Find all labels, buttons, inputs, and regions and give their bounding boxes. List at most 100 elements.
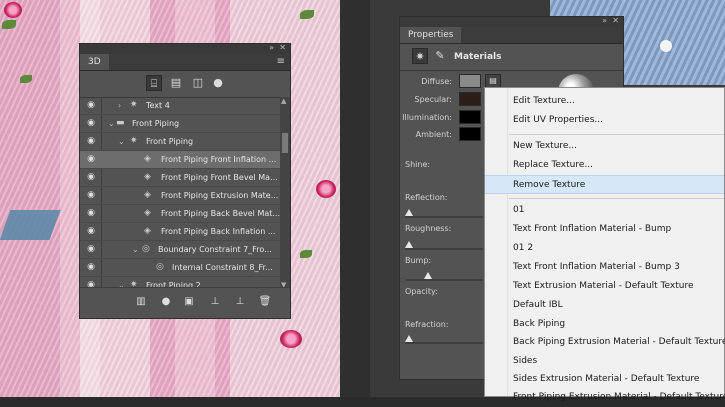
tab-3d[interactable]: 3D <box>80 54 109 70</box>
layer-scrollbar[interactable]: ▲ ▼ <box>280 97 290 289</box>
bump-slider-knob[interactable] <box>424 272 432 279</box>
menu-item-texture[interactable]: 01 <box>485 201 724 220</box>
illumination-swatch[interactable] <box>459 110 481 124</box>
layer-row[interactable]: ◉ ⌄ ▬ Front Piping <box>80 115 281 133</box>
visibility-eye-icon[interactable]: ◉ <box>84 133 98 150</box>
diffuse-texture-icon[interactable]: ▤ <box>485 74 501 88</box>
scene-filter-icon[interactable]: ⌸ <box>146 75 162 91</box>
layer-label: Front Piping Back Inflation ... <box>161 227 276 236</box>
layer-label: Front Piping Front Bevel Ma... <box>161 173 278 182</box>
layer-row[interactable]: ◉ › ✷ Text 4 <box>80 97 281 115</box>
constraint-icon: ◎ <box>142 244 150 254</box>
layer-row[interactable]: ◉ ⌄ ✷ Front Piping <box>80 133 281 151</box>
reflection-slider-knob[interactable] <box>405 209 413 216</box>
reflection-label: Reflection: <box>405 193 448 202</box>
menu-item-texture[interactable]: Back Piping <box>485 315 724 334</box>
render-icon[interactable]: ▥ <box>134 295 148 309</box>
visibility-eye-icon[interactable]: ◉ <box>84 205 98 222</box>
menu-item-new-texture[interactable]: New Texture... <box>485 137 724 156</box>
panel-titlebar[interactable]: » ✕ <box>400 16 623 27</box>
layer-list: ◉ › ✷ Text 4 ◉ ⌄ ▬ Front Piping ◉ ⌄ ✷ Fr… <box>80 97 281 289</box>
mesh-visibility-icon[interactable]: ▣ <box>182 295 196 309</box>
reflection-slider[interactable] <box>405 216 483 218</box>
visibility-eye-icon[interactable]: ◉ <box>84 169 98 186</box>
expand-arrow-icon[interactable]: › <box>118 97 121 114</box>
roughness-label: Roughness: <box>405 224 452 233</box>
menu-item-texture[interactable]: Text Front Inflation Material - Bump <box>485 220 724 239</box>
shine-label: Shine: <box>405 160 431 169</box>
diffuse-swatch[interactable] <box>459 74 481 88</box>
tab-properties[interactable]: Properties <box>400 27 462 43</box>
properties-header: ✷ ✎ Materials <box>400 44 623 71</box>
menu-item-texture[interactable]: 01 2 <box>485 239 724 258</box>
menu-item-texture[interactable]: Back Piping Extrusion Material - Default… <box>485 333 725 352</box>
menu-item-texture[interactable]: Sides <box>485 352 724 371</box>
refraction-slider-knob[interactable] <box>405 335 413 342</box>
panel-3d-footer: ▥ ● ▣ ⊥ ⊥ 🗑 <box>80 287 290 318</box>
visibility-eye-icon[interactable]: ◉ <box>84 223 98 240</box>
menu-item-replace-texture[interactable]: Replace Texture... <box>485 156 724 175</box>
menu-item-edit-uv[interactable]: Edit UV Properties... <box>485 111 724 130</box>
refraction-slider[interactable] <box>405 342 483 344</box>
visibility-eye-icon[interactable]: ◉ <box>84 187 98 204</box>
visibility-eye-icon[interactable]: ◉ <box>84 97 98 114</box>
mesh-filter-icon[interactable]: ▤ <box>168 75 184 91</box>
scroll-thumb[interactable] <box>282 133 288 153</box>
section-title: Materials <box>454 52 502 62</box>
layer-row[interactable]: ◉ ◈ Front Piping Back Bevel Mat... <box>80 205 281 223</box>
menu-item-texture[interactable]: Sides Extrusion Material - Default Textu… <box>485 370 724 389</box>
menu-item-texture[interactable]: Front Piping Extrusion Material - Defaul… <box>485 388 725 407</box>
collapse-icon[interactable]: » <box>269 43 274 52</box>
folder-icon: ▬ <box>116 118 125 128</box>
close-icon[interactable]: ✕ <box>279 43 286 52</box>
ground-plane-icon[interactable]: ⊥ <box>208 295 222 309</box>
layer-label: Internal Constraint 8_Fr... <box>172 263 273 272</box>
leaf-decoration <box>300 10 314 19</box>
layer-label: Front Piping <box>146 137 194 146</box>
visibility-eye-icon[interactable]: ◉ <box>84 151 98 168</box>
layer-label: Text 4 <box>146 101 170 110</box>
menu-item-texture[interactable]: Default IBL <box>485 296 724 315</box>
leaf-decoration <box>20 75 32 83</box>
expand-arrow-icon[interactable]: ⌄ <box>132 241 139 258</box>
visibility-eye-icon[interactable]: ◉ <box>84 259 98 276</box>
panel-menu-icon[interactable]: ≡ <box>277 57 285 67</box>
collapse-icon[interactable]: » <box>602 16 607 25</box>
trash-icon[interactable]: 🗑 <box>258 295 272 309</box>
ambient-swatch[interactable] <box>459 127 481 141</box>
specular-swatch[interactable] <box>459 92 481 106</box>
expand-arrow-icon[interactable]: ⌄ <box>108 115 115 132</box>
menu-item-texture[interactable]: Text Extrusion Material - Default Textur… <box>485 277 724 296</box>
close-icon[interactable]: ✕ <box>612 16 619 25</box>
layer-row[interactable]: ◉ ◎ Internal Constraint 8_Fr... <box>80 259 281 277</box>
opacity-label: Opacity: <box>405 287 438 296</box>
constraint-add-icon[interactable]: ⊥ <box>233 295 247 309</box>
material-icon: ◈ <box>144 154 151 164</box>
mesh-icon: ✷ <box>130 136 138 146</box>
brush-icon[interactable]: ✎ <box>432 48 448 64</box>
expand-arrow-icon[interactable]: ⌄ <box>118 133 125 150</box>
menu-item-edit-texture[interactable]: Edit Texture... <box>485 92 724 111</box>
rose-decoration <box>280 330 302 348</box>
visibility-eye-icon[interactable]: ◉ <box>84 241 98 258</box>
roughness-slider-knob[interactable] <box>405 241 413 248</box>
scene-icon: ✷ <box>130 100 138 110</box>
menu-item-texture[interactable]: Text Front Inflation Material - Bump 3 <box>485 258 724 277</box>
roughness-slider[interactable] <box>405 248 483 250</box>
menu-item-remove-texture[interactable]: Remove Texture <box>485 175 724 194</box>
filter-toolbar: ⌸ ▤ ◫ ● <box>80 71 290 98</box>
layer-row[interactable]: ◉ ◈ Front Piping Front Inflation ... <box>80 151 281 169</box>
layer-row[interactable]: ◉ ⌄ ◎ Boundary Constraint 7_Fro... <box>80 241 281 259</box>
material-props-icon[interactable]: ✷ <box>412 48 428 64</box>
layer-row[interactable]: ◉ ◈ Front Piping Extrusion Mate... <box>80 187 281 205</box>
layer-row[interactable]: ◉ ◈ Front Piping Front Bevel Ma... <box>80 169 281 187</box>
panel-titlebar[interactable]: » ✕ <box>80 43 290 54</box>
panel-tabs: Properties <box>400 27 623 44</box>
scroll-up-icon[interactable]: ▲ <box>281 97 286 105</box>
add-light-icon[interactable]: ● <box>159 295 173 309</box>
bump-slider[interactable] <box>405 279 483 281</box>
light-filter-icon[interactable]: ● <box>210 75 226 91</box>
material-filter-icon[interactable]: ◫ <box>190 75 206 91</box>
visibility-eye-icon[interactable]: ◉ <box>84 115 98 132</box>
layer-row[interactable]: ◉ ◈ Front Piping Back Inflation ... <box>80 223 281 241</box>
